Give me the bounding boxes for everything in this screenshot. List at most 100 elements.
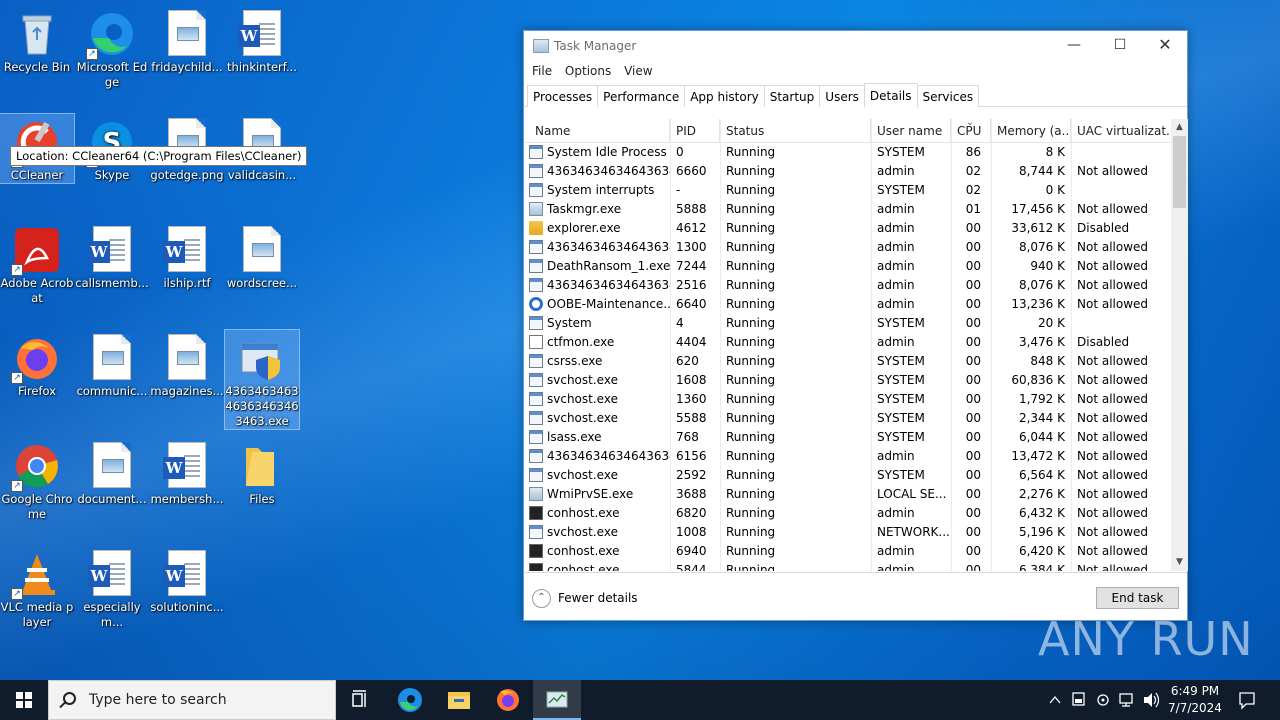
table-row[interactable]: svchost.exe 5588 Running SYSTEM 00 2,344 K Not…: [525, 409, 1171, 428]
task-manager-window[interactable]: Task Manager — ☐ ✕ File Options View Pro…: [523, 30, 1188, 621]
column-header-name[interactable]: Name: [525, 119, 670, 143]
desktop-icon[interactable]: ↗ Firefox: [0, 330, 74, 399]
desktop-icon[interactable]: ↗ VLC media player: [0, 546, 74, 630]
tab-processes[interactable]: Processes: [527, 85, 599, 107]
table-row[interactable]: csrss.exe 620 Running SYSTEM 00 848 K Not allo…: [525, 352, 1171, 371]
desktop-icon[interactable]: Wthinkinterf...: [225, 6, 299, 75]
desktop-icon[interactable]: Wilship.rtf: [150, 222, 224, 291]
menu-options[interactable]: Options: [563, 61, 618, 78]
cell-cpu: 00: [965, 316, 981, 330]
task-view-button[interactable]: [336, 680, 384, 720]
volume-icon[interactable]: [1141, 680, 1161, 720]
close-icon[interactable]: ✕: [1142, 31, 1188, 61]
column-header-pid[interactable]: PID: [670, 119, 720, 143]
tab-services[interactable]: Services: [916, 85, 980, 107]
start-button[interactable]: [0, 680, 48, 720]
notifications-icon[interactable]: [1236, 680, 1258, 720]
cell-mem: 5,196 K: [1018, 525, 1065, 539]
table-row[interactable]: OOBE-Maintenance.... 6640 Running admin 00 13…: [525, 295, 1171, 314]
desktop-icon[interactable]: wordscree...: [225, 222, 299, 291]
table-row[interactable]: 436346346346436346... 2516 Running admin 00 8…: [525, 276, 1171, 295]
shortcut-arrow-icon: ↗: [11, 372, 23, 384]
table-row[interactable]: svchost.exe 1360 Running SYSTEM 00 1,792 K Not…: [525, 390, 1171, 409]
table-row[interactable]: svchost.exe 1608 Running SYSTEM 00 60,836 K No…: [525, 371, 1171, 390]
cell-pid: 6640: [676, 297, 707, 311]
table-row[interactable]: WmiPrvSE.exe 3688 Running LOCAL SE... 00 2,27…: [525, 485, 1171, 504]
table-row[interactable]: svchost.exe 1008 Running NETWORK... 00 5,196 …: [525, 523, 1171, 542]
chevron-up-icon[interactable]: ⌃: [532, 589, 551, 608]
cell-cpu: 00: [965, 240, 981, 254]
title-bar[interactable]: Task Manager — ☐ ✕: [524, 31, 1187, 61]
desktop-icon[interactable]: Wcallsmemb...: [75, 222, 149, 291]
tray-meet-icon[interactable]: [1094, 680, 1112, 720]
table-row[interactable]: conhost.exe 6820 Running admin 00 6,432 K Not …: [525, 504, 1171, 523]
desktop-icon[interactable]: Wespeciallym...: [75, 546, 149, 630]
menu-file[interactable]: File: [530, 61, 559, 78]
taskbar-firefox-button[interactable]: [484, 680, 532, 720]
tab-startup[interactable]: Startup: [763, 85, 821, 107]
cell-uac: Disabled: [1077, 221, 1130, 235]
show-hidden-icons-icon[interactable]: [1047, 680, 1063, 720]
vertical-scrollbar[interactable]: ▲ ▼: [1171, 119, 1188, 571]
table-row[interactable]: 436346346346436346... 6156 Running admin 00 1…: [525, 447, 1171, 466]
table-row[interactable]: Taskmgr.exe 5888 Running admin 01 17,456 K Not…: [525, 200, 1171, 219]
tab-performance[interactable]: Performance: [597, 85, 686, 107]
scroll-thumb[interactable]: [1173, 136, 1186, 208]
cell-status: Running: [726, 164, 776, 178]
table-row[interactable]: DeathRansom_1.exe 7244 Running admin 00 940 K…: [525, 257, 1171, 276]
table-row[interactable]: explorer.exe 4612 Running admin 00 33,612 K Di…: [525, 219, 1171, 238]
window-icon: [529, 525, 543, 539]
taskbar-explorer-button[interactable]: [435, 680, 483, 720]
taskbar-edge-button[interactable]: [386, 680, 434, 720]
cell-status: Running: [726, 240, 776, 254]
clock[interactable]: 6:49 PM 7/7/2024: [1160, 683, 1230, 717]
table-row[interactable]: System 4 Running SYSTEM 00 20 K: [525, 314, 1171, 333]
desktop-icon[interactable]: ↗ Adobe Acrobat: [0, 222, 74, 306]
table-row[interactable]: conhost.exe 5844 Running admin 00 6,384 K Not …: [525, 561, 1171, 571]
table-row[interactable]: conhost.exe 6940 Running admin 00 6,420 K Not …: [525, 542, 1171, 561]
window-icon: [529, 392, 543, 406]
desktop-icon[interactable]: Files: [225, 438, 299, 507]
desktop-icon[interactable]: ↗ Google Chrome: [0, 438, 74, 522]
column-header-user-name[interactable]: User name: [871, 119, 951, 143]
column-header-cpu[interactable]: CPU: [951, 119, 991, 143]
desktop-icon[interactable]: Wsolutioninc...: [150, 546, 224, 615]
desktop-icon[interactable]: fridaychild...: [150, 6, 224, 75]
desktop-icon[interactable]: document...: [75, 438, 149, 507]
column-header-status[interactable]: Status: [720, 119, 871, 143]
table-row[interactable]: lsass.exe 768 Running SYSTEM 00 6,044 K Not al…: [525, 428, 1171, 447]
table-row[interactable]: 436346346346436346... 6660 Running admin 02 8…: [525, 162, 1171, 181]
desktop-icon[interactable]: magazines...: [150, 330, 224, 399]
end-task-button[interactable]: End task: [1096, 587, 1179, 609]
column-header-memory[interactable]: Memory (a...: [991, 119, 1071, 143]
column-header-uac[interactable]: UAC virtualizat...: [1071, 119, 1171, 143]
fewer-details-link[interactable]: Fewer details: [558, 591, 638, 605]
tab-users[interactable]: Users: [819, 85, 865, 107]
menu-view[interactable]: View: [622, 61, 659, 78]
cell-user: admin: [877, 544, 915, 558]
search-box[interactable]: Type here to search: [48, 680, 336, 720]
tray-device-icon[interactable]: [1070, 680, 1088, 720]
table-row[interactable]: System Idle Process 0 Running SYSTEM 86 8 K: [525, 143, 1171, 162]
desktop-icon[interactable]: communic...: [75, 330, 149, 399]
network-icon[interactable]: [1117, 680, 1137, 720]
table-row[interactable]: ctfmon.exe 4404 Running admin 00 3,476 K Disab…: [525, 333, 1171, 352]
cell-cpu: 00: [965, 563, 981, 571]
desktop-icon-label: Files: [249, 492, 275, 506]
maximize-icon[interactable]: ☐: [1097, 31, 1143, 61]
desktop-icon[interactable]: Recycle Bin: [0, 6, 74, 75]
desktop-icon[interactable]: Wmembersh...: [150, 438, 224, 507]
cell-status: Running: [726, 373, 776, 387]
scroll-down-icon[interactable]: ▼: [1171, 554, 1188, 571]
desktop-icon[interactable]: ↗ Microsoft Edge: [75, 6, 149, 90]
desktop-icon-label: ilship.rtf: [163, 276, 211, 290]
scroll-up-icon[interactable]: ▲: [1171, 119, 1188, 136]
table-row[interactable]: svchost.exe 2592 Running SYSTEM 00 6,564 K Not…: [525, 466, 1171, 485]
minimize-icon[interactable]: —: [1051, 31, 1097, 61]
taskbar-task-manager-button[interactable]: [533, 680, 581, 720]
tab-details[interactable]: Details: [863, 83, 918, 108]
tab-app-history[interactable]: App history: [684, 85, 765, 107]
table-row[interactable]: 436346346346436346... 1300 Running admin 00 8…: [525, 238, 1171, 257]
table-row[interactable]: System interrupts - Running SYSTEM 02 0 K: [525, 181, 1171, 200]
desktop-icon[interactable]: 436346346346363463463463.exe: [224, 329, 300, 430]
